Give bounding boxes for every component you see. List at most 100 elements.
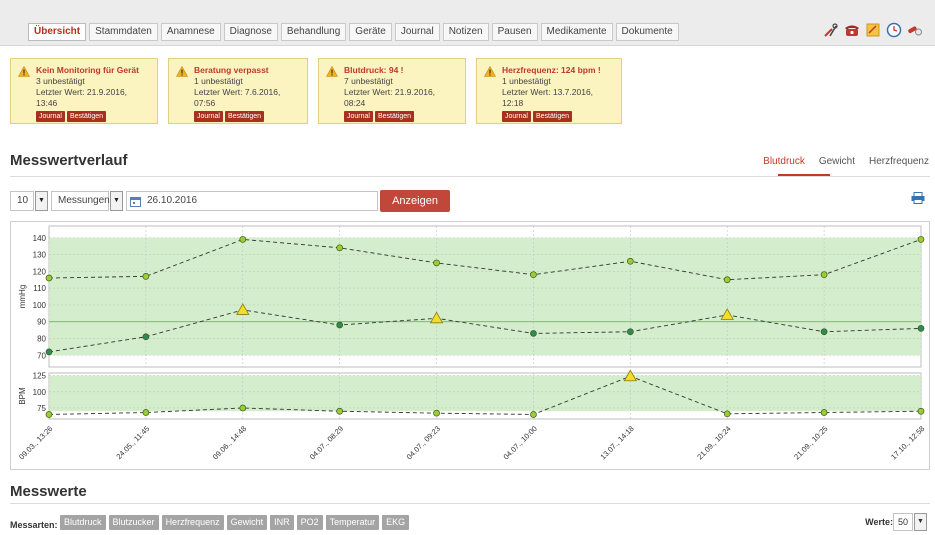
journal-button[interactable]: Journal [502, 111, 531, 122]
data-point [917, 236, 925, 243]
confirm-button[interactable]: Bestätigen [532, 111, 573, 122]
tab-diagnose[interactable]: Diagnose [223, 23, 278, 41]
confirm-button[interactable]: Bestätigen [374, 111, 415, 122]
tab-stammdaten[interactable]: Stammdaten [89, 23, 158, 41]
data-point [239, 404, 247, 412]
values-count-select[interactable]: 50 [893, 513, 913, 531]
data-point [917, 407, 925, 415]
unit-select[interactable]: Messungen [51, 191, 110, 211]
chip-temperatur[interactable]: Temperatur [325, 515, 380, 530]
y-tick-label: 110 [33, 284, 46, 293]
warning-icon [484, 66, 496, 77]
tab-pausen[interactable]: Pausen [491, 23, 538, 41]
data-point [433, 259, 440, 267]
data-point [626, 328, 634, 336]
y-tick-label: 140 [33, 234, 47, 243]
chip-blutzucker[interactable]: Blutzucker [108, 515, 159, 530]
data-point [433, 409, 440, 417]
data-point [142, 273, 150, 280]
data-point [336, 407, 344, 415]
y-tick-label: 100 [33, 388, 47, 397]
chip-gewicht[interactable]: Gewicht [226, 515, 268, 530]
alert-card: Beratung verpasst 1 unbestätigt Letzter … [168, 58, 308, 124]
y-tick-label: 80 [37, 334, 46, 343]
chip-po2[interactable]: PO2 [296, 515, 323, 530]
alert-title: Beratung verpasst [194, 65, 269, 75]
journal-button[interactable]: Journal [36, 111, 65, 122]
y-tick-label: 100 [33, 301, 47, 310]
data-point [820, 271, 828, 279]
x-tick-label: 17.10., 12:58 [889, 424, 926, 461]
section-title-messwerte: Messwerte [10, 483, 87, 500]
calendar-icon[interactable] [130, 196, 141, 207]
confirm-button[interactable]: Bestätigen [66, 111, 107, 122]
alert-count: 3 unbestätigt [36, 76, 85, 86]
tab-dokumente[interactable]: Dokumente [615, 23, 679, 41]
y-tick-label: 120 [33, 267, 47, 276]
tab-uebersicht[interactable]: Übersicht [28, 23, 87, 41]
tab-blutdruck[interactable]: Blutdruck [763, 156, 805, 167]
main-tabs: Übersicht Stammdaten Anamnese Diagnose B… [28, 23, 682, 41]
data-point [142, 409, 150, 416]
data-point [723, 410, 731, 418]
note-icon[interactable] [865, 22, 881, 38]
tab-notizen[interactable]: Notizen [442, 23, 489, 41]
data-point [45, 348, 53, 356]
types-label: Messarten: [10, 520, 58, 530]
chevron-down-icon[interactable]: ▼ [110, 191, 123, 211]
tab-medikamente[interactable]: Medikamente [540, 23, 613, 41]
data-point [626, 257, 634, 265]
x-tick-label: 21.09., 10:24 [695, 424, 732, 461]
x-tick-label: 04.07., 09:23 [405, 424, 442, 461]
data-point [820, 328, 828, 336]
chip-ekg[interactable]: EKG [382, 515, 410, 530]
normal-range-band [49, 237, 921, 356]
chip-blutdruck[interactable]: Blutdruck [60, 515, 106, 530]
pills-icon[interactable] [907, 22, 923, 38]
x-tick-label: 09.03., 13:26 [17, 424, 54, 461]
x-tick-label: 09.06., 14:48 [211, 424, 248, 461]
alert-count: 1 unbestätigt [502, 76, 551, 86]
clock-icon[interactable] [886, 22, 902, 38]
y-tick-label: 90 [37, 318, 46, 327]
alert-title: Herzfrequenz: 124 bpm ! [502, 65, 601, 75]
alert-last-value: Letzter Wert: 21.9.2016, 13:46 [36, 87, 128, 108]
data-point [45, 274, 53, 282]
journal-button[interactable]: Journal [194, 111, 223, 122]
data-point [917, 325, 925, 332]
data-point [45, 411, 53, 418]
data-point [530, 271, 537, 279]
phone-icon[interactable] [844, 22, 860, 38]
chip-inr[interactable]: INR [270, 515, 294, 530]
tab-behandlung[interactable]: Behandlung [280, 23, 347, 41]
tab-journal[interactable]: Journal [394, 23, 440, 41]
alert-card: Kein Monitoring für Gerät 3 unbestätigt … [10, 58, 158, 124]
divider [10, 503, 930, 504]
x-tick-label: 21.09., 10:25 [792, 424, 829, 461]
chart-panel: 70 80 90 100 110 120 130 140 mmHg 75 100 125 BPM 09.0… [10, 221, 930, 470]
toolbar-icons [823, 22, 923, 38]
tab-gewicht[interactable]: Gewicht [819, 156, 855, 167]
alert-card: Blutdruck: 94 ! 7 unbestätigt Letzter We… [318, 58, 466, 124]
x-tick-label: 04.07., 10:00 [502, 424, 539, 461]
chevron-down-icon[interactable]: ▼ [914, 513, 927, 531]
show-button[interactable]: Anzeigen [380, 190, 450, 212]
tab-herzfrequenz[interactable]: Herzfrequenz [869, 156, 929, 167]
data-point [820, 409, 828, 416]
confirm-button[interactable]: Bestätigen [224, 111, 265, 122]
alert-card: Herzfrequenz: 124 bpm ! 1 unbestätigt Le… [476, 58, 622, 124]
tools-icon[interactable] [823, 22, 839, 38]
count-select[interactable]: 10 [10, 191, 34, 211]
data-point [142, 333, 150, 341]
tab-geraete[interactable]: Geräte [349, 23, 392, 41]
measure-tabs: Blutdruck Gewicht Herzfrequenz [763, 156, 929, 167]
print-icon[interactable] [911, 192, 925, 204]
tab-anamnese[interactable]: Anamnese [160, 23, 221, 41]
chevron-down-icon[interactable]: ▼ [35, 191, 48, 211]
chip-herzfrequenz[interactable]: Herzfrequenz [161, 515, 224, 530]
data-point [336, 244, 344, 252]
y-axis-label: mmHg [18, 285, 27, 309]
journal-button[interactable]: Journal [344, 111, 373, 122]
date-field[interactable]: 26.10.2016 [126, 191, 378, 211]
y-tick-label: 70 [37, 351, 46, 360]
